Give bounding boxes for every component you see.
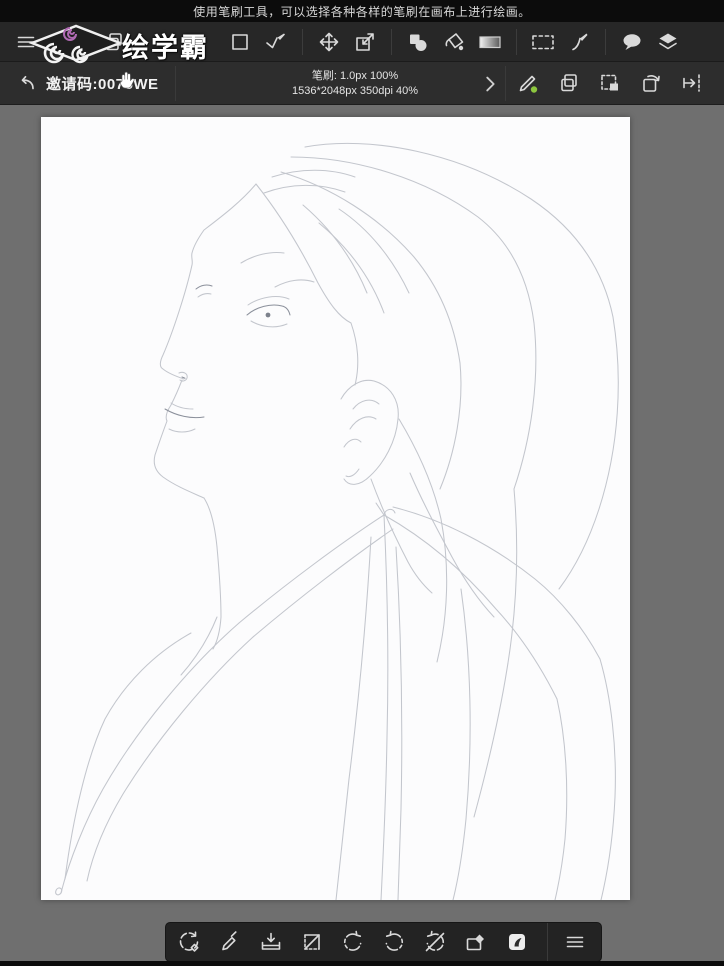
clear-canvas-icon bbox=[300, 930, 324, 954]
smudge-icon bbox=[505, 930, 529, 954]
eraser-icon bbox=[463, 930, 489, 954]
eyedropper-icon bbox=[218, 930, 242, 954]
tool-flip-edge-button[interactable] bbox=[674, 66, 710, 100]
bottom-toolbar bbox=[165, 922, 602, 962]
tool-duplicate-button[interactable] bbox=[551, 66, 587, 100]
separator bbox=[302, 28, 303, 55]
status-bar: 使用笔刷工具，可以选择各种各样的笔刷在画布上进行绘画。 bbox=[0, 0, 724, 22]
tool-menu-button[interactable] bbox=[8, 25, 44, 59]
curve-pen-icon bbox=[567, 30, 591, 54]
brush-info[interactable]: 笔刷: 1.0px 100% 1536*2048px 350dpi 40% bbox=[210, 69, 500, 98]
tool-brush-color-button[interactable] bbox=[510, 66, 546, 100]
tool-save-button[interactable] bbox=[250, 924, 291, 960]
tool-rotate-copy-button[interactable] bbox=[633, 66, 669, 100]
gradient-icon bbox=[476, 30, 504, 54]
tool-menu-button[interactable] bbox=[554, 924, 595, 960]
separator bbox=[175, 66, 176, 101]
brush-info-line1: 笔刷: 1.0px 100% bbox=[311, 70, 399, 82]
sub-toolbar: 邀请码:0078WE 笔刷: 1.0px 100% 1536*2048px 35… bbox=[0, 62, 724, 105]
tool-move-button[interactable] bbox=[311, 25, 347, 59]
layers-icon bbox=[656, 30, 680, 54]
separator bbox=[605, 28, 606, 55]
tool-polyline-pen-button[interactable] bbox=[258, 25, 294, 59]
tool-redo-button[interactable] bbox=[373, 924, 414, 960]
back-button[interactable] bbox=[8, 67, 44, 101]
marquee-icon bbox=[529, 30, 557, 54]
undo-icon bbox=[340, 929, 366, 955]
tool-eyedropper-button[interactable] bbox=[209, 924, 250, 960]
tool-shapes-button[interactable] bbox=[400, 25, 436, 59]
separator bbox=[547, 923, 548, 961]
shapes-icon bbox=[406, 30, 430, 54]
save-icon bbox=[258, 930, 284, 954]
tool-gradient-button[interactable] bbox=[472, 25, 508, 59]
drawing-app: 使用笔刷工具，可以选择各种各样的笔刷在画布上进行绘画。 邀请码:0078WE 笔… bbox=[0, 0, 724, 966]
tool-rotate-lock-button[interactable] bbox=[414, 924, 455, 960]
tool-transform-button[interactable] bbox=[347, 25, 383, 59]
top-toolbar bbox=[0, 22, 724, 62]
menu-icon bbox=[14, 30, 38, 54]
tool-speech-bubble-button[interactable] bbox=[614, 25, 650, 59]
tool-rotate-canvas-button[interactable] bbox=[168, 924, 209, 960]
tool-curve-pen-button[interactable] bbox=[561, 25, 597, 59]
rotate-lock-icon bbox=[422, 929, 448, 955]
paint-bucket-icon bbox=[441, 30, 467, 54]
transform-icon bbox=[353, 30, 377, 54]
polyline-pen-icon bbox=[263, 30, 289, 54]
invite-code-label: 邀请码:0078WE bbox=[46, 76, 159, 93]
tool-smudge-button[interactable] bbox=[496, 924, 537, 960]
bottom-strip bbox=[0, 961, 724, 966]
separator bbox=[516, 28, 517, 55]
tool-clear-canvas-button[interactable] bbox=[291, 924, 332, 960]
rect-shape-icon bbox=[228, 30, 252, 54]
rotate-canvas-icon bbox=[176, 929, 202, 955]
flip-edge-icon bbox=[680, 71, 704, 95]
move-icon bbox=[317, 30, 341, 54]
tool-layers-button[interactable] bbox=[650, 25, 686, 59]
tool-eraser-button[interactable] bbox=[455, 924, 496, 960]
separator bbox=[391, 28, 392, 55]
tool-paint-bucket-button[interactable] bbox=[436, 25, 472, 59]
duplicate-icon bbox=[557, 71, 581, 95]
redo-icon bbox=[381, 929, 407, 955]
speech-bubble-icon bbox=[619, 30, 645, 54]
tool-copy-squares-button[interactable] bbox=[96, 25, 132, 59]
menu-icon bbox=[563, 930, 587, 954]
paste-icon bbox=[598, 71, 622, 95]
status-tip-text: 使用笔刷工具，可以选择各种各样的笔刷在画布上进行绘画。 bbox=[193, 4, 531, 19]
tool-marquee-button[interactable] bbox=[525, 25, 561, 59]
brush-color-icon bbox=[516, 71, 540, 95]
expand-brush-panel-button[interactable] bbox=[472, 67, 508, 101]
drawing-canvas[interactable] bbox=[41, 117, 630, 900]
tool-rect-shape-button[interactable] bbox=[222, 25, 258, 59]
copy-squares-icon bbox=[102, 30, 126, 54]
separator bbox=[505, 66, 506, 101]
tool-undo-button[interactable] bbox=[332, 924, 373, 960]
brush-info-line2: 1536*2048px 350dpi 40% bbox=[291, 84, 418, 97]
tool-paste-button[interactable] bbox=[592, 66, 628, 100]
rotate-copy-icon bbox=[639, 71, 663, 95]
canvas-artwork bbox=[55, 142, 619, 900]
sub-toolbar-tools bbox=[510, 66, 710, 100]
